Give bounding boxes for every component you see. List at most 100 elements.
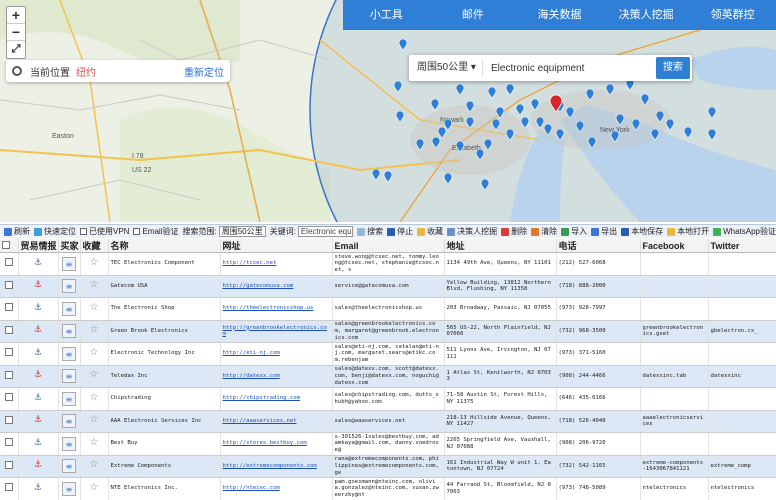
row-select-cell[interactable] [0, 432, 19, 456]
buyer-doc-icon[interactable]: ≡ [62, 346, 76, 361]
table-row[interactable]: ⚓ ≡ ☆ Chipstrading http://chipstrading.com sa… [0, 387, 776, 411]
favorite-cell[interactable]: ☆ [80, 455, 109, 478]
range-select[interactable]: 周围50公里 [218, 226, 266, 237]
keyword-field[interactable]: Electronic equ [297, 226, 354, 237]
buyer-cell[interactable]: ≡ [58, 387, 81, 411]
favorite-cell[interactable]: ☆ [80, 275, 109, 298]
buyer-doc-icon[interactable]: ≡ [62, 279, 76, 294]
row-select-cell[interactable] [0, 365, 19, 388]
website-link[interactable]: http://stores.bestbuy.com [223, 440, 307, 446]
favorite-cell[interactable]: ☆ [80, 387, 109, 411]
row-checkbox[interactable] [4, 393, 13, 402]
buyer-cell[interactable]: ≡ [58, 477, 81, 500]
row-select-cell[interactable] [0, 252, 19, 276]
refresh-button[interactable]: 刷新 [4, 226, 30, 237]
row-select-cell[interactable] [0, 275, 19, 298]
anchor-icon[interactable]: ⚓ [34, 325, 42, 335]
buyer-cell[interactable]: ≡ [58, 252, 81, 276]
row-checkbox[interactable] [4, 415, 13, 424]
trade-intel-cell[interactable]: ⚓ [18, 410, 59, 433]
website-link[interactable]: http://theelectronicshop.us [223, 305, 314, 311]
email-verify-checkbox-box[interactable] [133, 228, 141, 235]
zoom-out-button[interactable]: − [7, 24, 25, 41]
col-twitter[interactable]: Twitter [708, 239, 776, 253]
favorite-cell[interactable]: ☆ [80, 320, 109, 343]
anchor-icon[interactable]: ⚓ [34, 370, 42, 380]
buyer-doc-icon[interactable]: ≡ [62, 369, 76, 384]
row-select-cell[interactable] [0, 410, 19, 433]
favorite-cell[interactable]: ☆ [80, 297, 109, 321]
row-checkbox[interactable] [4, 460, 13, 469]
col-address[interactable]: 地址 [444, 239, 557, 253]
website-link[interactable]: http://greenbrookelectronics.com [223, 325, 327, 338]
row-checkbox[interactable] [4, 370, 13, 379]
map-canvas[interactable]: EastonElizabethNew YorkNewarkI 78US 22 [0, 0, 776, 222]
search-tool-button[interactable]: 搜索 [357, 226, 383, 237]
website-link[interactable]: http://extremecomponents.com [223, 463, 317, 469]
import-button[interactable]: 导入 [561, 226, 587, 237]
row-checkbox[interactable] [4, 348, 13, 357]
buyer-doc-icon[interactable]: ≡ [62, 391, 76, 406]
buyer-doc-icon[interactable]: ≡ [62, 256, 76, 271]
row-checkbox[interactable] [4, 325, 13, 334]
anchor-icon[interactable]: ⚓ [34, 460, 42, 470]
favorite-cell[interactable]: ☆ [80, 432, 109, 456]
star-icon[interactable]: ☆ [90, 279, 99, 290]
clear-button[interactable]: 清除 [531, 226, 557, 237]
row-checkbox[interactable] [4, 280, 13, 289]
buyer-doc-icon[interactable]: ≡ [62, 481, 76, 496]
trade-intel-cell[interactable]: ⚓ [18, 477, 59, 500]
table-row[interactable]: ⚓ ≡ ☆ AAA Electronic Services Inc http://aaa… [0, 410, 776, 433]
col-phone[interactable]: 电话 [556, 239, 641, 253]
nav-tools[interactable]: 小工具 [343, 0, 430, 30]
star-icon[interactable]: ☆ [90, 347, 99, 358]
anchor-icon[interactable]: ⚓ [34, 438, 42, 448]
open-local-button[interactable]: 本地打开 [667, 226, 709, 237]
row-select-cell[interactable] [0, 320, 19, 343]
website-link[interactable]: http://aaaservices.net [223, 418, 297, 424]
trade-intel-cell[interactable]: ⚓ [18, 320, 59, 343]
star-icon[interactable]: ☆ [90, 302, 99, 313]
anchor-icon[interactable]: ⚓ [34, 393, 42, 403]
anchor-icon[interactable]: ⚓ [34, 348, 42, 358]
anchor-icon[interactable]: ⚓ [34, 303, 42, 313]
trade-intel-cell[interactable]: ⚓ [18, 275, 59, 298]
row-select-cell[interactable] [0, 297, 19, 321]
buyer-cell[interactable]: ≡ [58, 365, 81, 388]
table-row[interactable]: ⚓ ≡ ☆ Green Brook Electronics http://greenbr… [0, 320, 776, 343]
favorite-cell[interactable]: ☆ [80, 410, 109, 433]
star-icon[interactable]: ☆ [90, 369, 99, 380]
star-icon[interactable]: ☆ [90, 392, 99, 403]
buyer-doc-icon[interactable]: ≡ [62, 324, 76, 339]
select-all-checkbox[interactable] [2, 240, 10, 249]
trade-intel-cell[interactable]: ⚓ [18, 387, 59, 411]
nav-mail[interactable]: 邮件 [430, 0, 517, 30]
nav-customs-data[interactable]: 海关数据 [516, 0, 603, 30]
star-icon[interactable]: ☆ [90, 324, 99, 335]
buyer-doc-icon[interactable]: ≡ [62, 414, 76, 429]
whatsapp-verify-button[interactable]: WhatsApp验证 [713, 226, 776, 237]
star-icon[interactable]: ☆ [90, 459, 99, 470]
anchor-icon[interactable]: ⚓ [34, 280, 42, 290]
anchor-icon[interactable]: ⚓ [34, 415, 42, 425]
table-row[interactable]: ⚓ ≡ ☆ NTE Electronics Inc. http://nteinc.com… [0, 477, 776, 500]
star-icon[interactable]: ☆ [90, 257, 99, 268]
buyer-cell[interactable]: ≡ [58, 410, 81, 433]
buyer-cell[interactable]: ≡ [58, 432, 81, 456]
favorite-cell[interactable]: ☆ [80, 477, 109, 500]
quick-locate-button[interactable]: 快速定位 [34, 226, 76, 237]
trade-intel-cell[interactable]: ⚓ [18, 342, 59, 366]
col-facebook[interactable]: Facebook [640, 239, 709, 253]
favorite-cell[interactable]: ☆ [80, 342, 109, 366]
col-favorite[interactable]: 收藏 [80, 239, 109, 253]
table-row[interactable]: ⚓ ≡ ☆ The Electronic Shop http://theelectron… [0, 297, 776, 321]
fullscreen-button[interactable]: ⤢ [7, 41, 25, 58]
table-row[interactable]: ⚓ ≡ ☆ TEC Electronics Component http://tcsec… [0, 252, 776, 276]
website-link[interactable]: http://gatecomusa.com [223, 283, 294, 289]
star-icon[interactable]: ☆ [90, 437, 99, 448]
zoom-in-button[interactable]: + [7, 7, 25, 24]
buyer-cell[interactable]: ≡ [58, 297, 81, 321]
stop-button[interactable]: 停止 [387, 226, 413, 237]
nav-linkedin[interactable]: 领英群控 [689, 0, 776, 30]
buyer-doc-icon[interactable]: ≡ [62, 459, 76, 474]
